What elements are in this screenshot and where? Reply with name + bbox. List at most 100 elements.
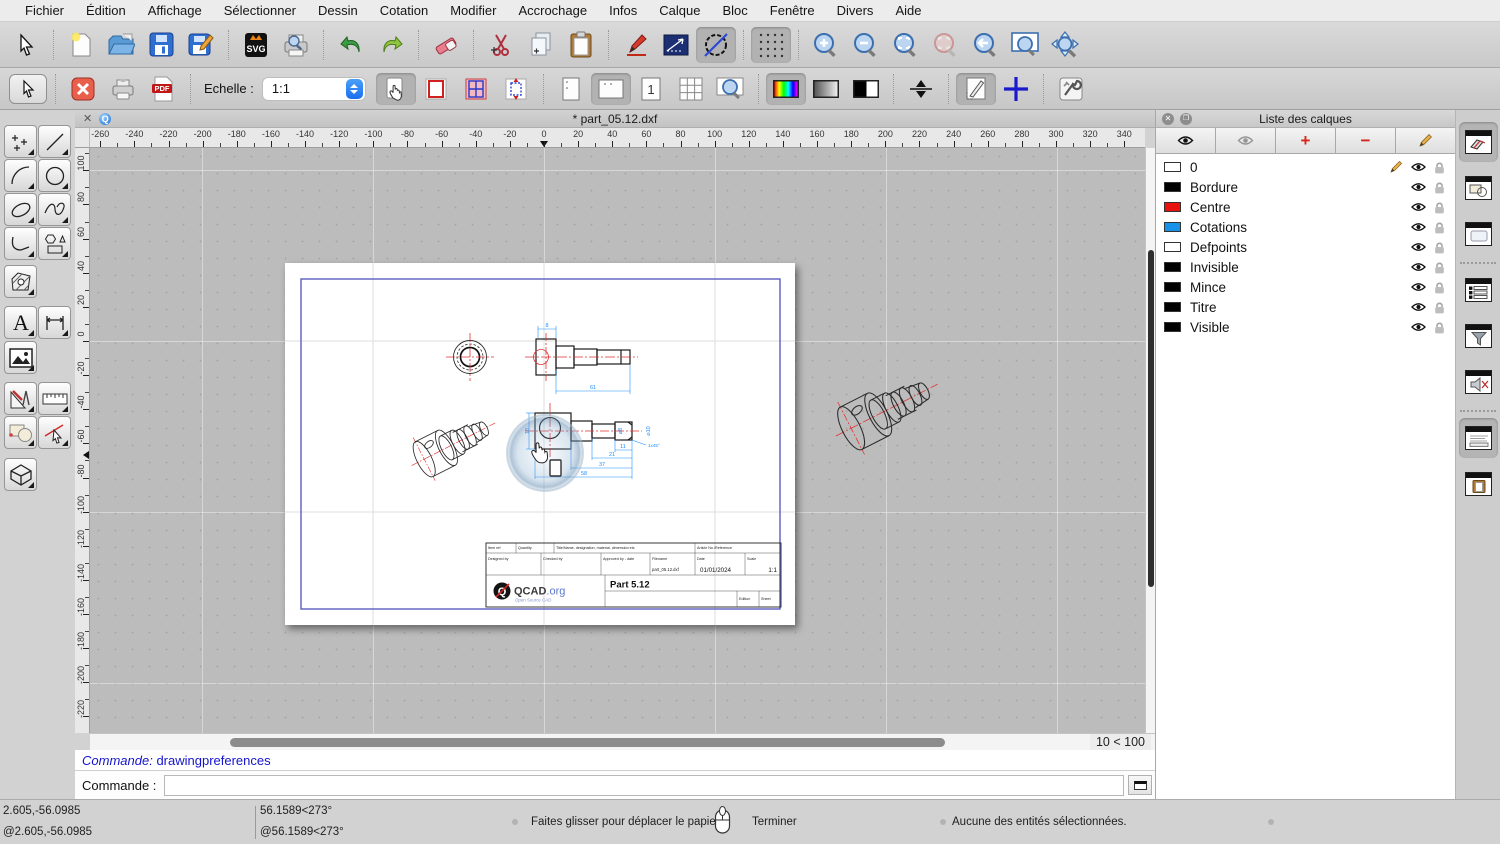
- select-entity-button[interactable]: [38, 416, 71, 449]
- zoom-auto-button[interactable]: [886, 27, 926, 63]
- eye-icon[interactable]: [1411, 242, 1426, 252]
- layer-row-cotations[interactable]: Cotations: [1156, 217, 1455, 237]
- lock-icon[interactable]: [1434, 321, 1445, 334]
- line-tool-button[interactable]: [38, 125, 71, 158]
- print-button[interactable]: [103, 73, 143, 105]
- menu-item-edition[interactable]: Édition: [75, 3, 137, 18]
- redo-button[interactable]: [371, 27, 411, 63]
- layer-color-swatch[interactable]: [1164, 242, 1181, 252]
- layer-row-titre[interactable]: Titre: [1156, 297, 1455, 317]
- menu-item-fenetre[interactable]: Fenêtre: [759, 3, 826, 18]
- dimension-tool-button[interactable]: [38, 306, 71, 339]
- menu-item-calque[interactable]: Calque: [648, 3, 711, 18]
- dock-command-line-button[interactable]: [1459, 418, 1498, 458]
- remove-layer-button[interactable]: −: [1336, 128, 1396, 153]
- close-preview-button[interactable]: [63, 73, 103, 105]
- bw-mode-button[interactable]: [846, 73, 886, 105]
- svg-export-button[interactable]: SVG: [236, 27, 276, 63]
- pdf-export-button[interactable]: PDF: [143, 73, 183, 105]
- menu-item-modifier[interactable]: Modifier: [439, 3, 507, 18]
- select-tool-button[interactable]: [6, 27, 46, 63]
- menu-item-cotation[interactable]: Cotation: [369, 3, 439, 18]
- line-angle-button[interactable]: [656, 27, 696, 63]
- dock-layers-button[interactable]: [1459, 122, 1498, 162]
- lock-icon[interactable]: [1434, 221, 1445, 234]
- menu-item-selectionner[interactable]: Sélectionner: [213, 3, 307, 18]
- lock-icon[interactable]: [1434, 181, 1445, 194]
- menu-item-aide[interactable]: Aide: [884, 3, 932, 18]
- multi-page-button[interactable]: [671, 73, 711, 105]
- layer-color-swatch[interactable]: [1164, 262, 1181, 272]
- lock-icon[interactable]: [1434, 261, 1445, 274]
- command-input[interactable]: [164, 774, 1125, 796]
- horizontal-scrollbar[interactable]: 10 < 100: [90, 733, 1155, 750]
- save-button[interactable]: [141, 27, 181, 63]
- eye-icon[interactable]: [1411, 202, 1426, 212]
- drawing-canvas[interactable]: 8 61 ⌀8 ⌀10 1x45° 11 21 37 58 Item ref Q…: [90, 148, 1145, 733]
- menu-item-bloc[interactable]: Bloc: [711, 3, 758, 18]
- paste-button[interactable]: [561, 27, 601, 63]
- lock-icon[interactable]: [1434, 301, 1445, 314]
- shapes-tool-button[interactable]: [38, 227, 71, 260]
- open-file-button[interactable]: [101, 27, 141, 63]
- drafting-sheet-button[interactable]: [955, 72, 996, 105]
- zoom-out-button[interactable]: [846, 27, 886, 63]
- layer-color-swatch[interactable]: [1164, 322, 1181, 332]
- color-mode-button[interactable]: [765, 72, 806, 105]
- pencil-draw-button[interactable]: [616, 27, 656, 63]
- point-tool-button[interactable]: [4, 125, 37, 158]
- scale-select[interactable]: 1:1: [261, 76, 366, 101]
- lock-icon[interactable]: [1434, 281, 1445, 294]
- block-tool-button[interactable]: [4, 416, 37, 449]
- vertical-scrollbar-thumb[interactable]: [1147, 250, 1154, 587]
- settings-button[interactable]: [1051, 73, 1091, 105]
- eye-icon[interactable]: [1411, 162, 1426, 172]
- measure-tool-button[interactable]: [38, 382, 71, 415]
- zoom-in-button[interactable]: [806, 27, 846, 63]
- command-detach-button[interactable]: [1128, 775, 1153, 795]
- tab-title[interactable]: * part_05.12.dxf: [75, 112, 1155, 126]
- hide-all-layers-button[interactable]: [1216, 128, 1276, 153]
- layer-row-visible[interactable]: Visible: [1156, 317, 1455, 337]
- spline-tool-button[interactable]: [38, 193, 71, 226]
- layer-row-0[interactable]: 0: [1156, 157, 1455, 177]
- copy-button[interactable]: [521, 27, 561, 63]
- print-preview-button[interactable]: [276, 27, 316, 63]
- zoom-previous-button[interactable]: [966, 27, 1006, 63]
- dock-filter-button[interactable]: [1459, 316, 1498, 356]
- layer-row-defpoints[interactable]: Defpoints: [1156, 237, 1455, 257]
- lock-icon[interactable]: [1434, 161, 1445, 174]
- paper-grid-button[interactable]: [456, 73, 496, 105]
- show-all-layers-button[interactable]: [1156, 128, 1216, 153]
- text-tool-button[interactable]: A: [4, 306, 37, 339]
- drafting-tools-button[interactable]: [4, 382, 37, 415]
- crosshair-button[interactable]: [996, 73, 1036, 105]
- zoom-window-button[interactable]: [1006, 27, 1046, 63]
- edit-layer-button[interactable]: [1396, 128, 1455, 153]
- cut-button[interactable]: [481, 27, 521, 63]
- circle-tool-button[interactable]: [38, 159, 71, 192]
- eye-icon[interactable]: [1411, 302, 1426, 312]
- single-page-button[interactable]: 1: [631, 73, 671, 105]
- circle-slash-button[interactable]: [696, 26, 736, 63]
- vertical-scrollbar[interactable]: [1145, 148, 1155, 733]
- image-tool-button[interactable]: [4, 341, 37, 374]
- layer-color-swatch[interactable]: [1164, 162, 1181, 172]
- layer-row-bordure[interactable]: Bordure: [1156, 177, 1455, 197]
- new-file-button[interactable]: [61, 27, 101, 63]
- layer-row-invisible[interactable]: Invisible: [1156, 257, 1455, 277]
- menu-item-divers[interactable]: Divers: [826, 3, 885, 18]
- isometric-tool-button[interactable]: [4, 458, 37, 491]
- dock-property-list-button[interactable]: [1459, 270, 1498, 310]
- layer-color-swatch[interactable]: [1164, 282, 1181, 292]
- menu-item-accrochage[interactable]: Accrochage: [507, 3, 598, 18]
- menu-item-infos[interactable]: Infos: [598, 3, 648, 18]
- lock-icon[interactable]: [1434, 241, 1445, 254]
- undo-button[interactable]: [331, 27, 371, 63]
- eye-icon[interactable]: [1411, 222, 1426, 232]
- zoom-page-button[interactable]: [711, 73, 751, 105]
- grid-toggle-button[interactable]: [751, 26, 791, 63]
- add-layer-button[interactable]: +: [1276, 128, 1336, 153]
- menu-item-dessin[interactable]: Dessin: [307, 3, 369, 18]
- auto-fit-button[interactable]: [901, 73, 941, 105]
